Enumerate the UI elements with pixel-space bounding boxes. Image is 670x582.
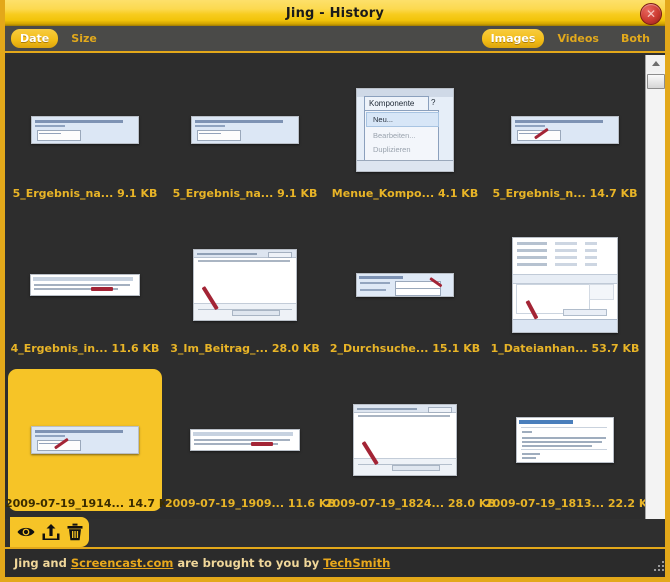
item-size: 22.2 KB: [608, 497, 650, 510]
filter-both-button[interactable]: Both: [612, 29, 659, 48]
item-label-9: 2009-07-19_1909... 11.6 KB: [165, 497, 325, 510]
thumbnail: [328, 214, 482, 356]
item-name: 1_Dateianhan...: [491, 342, 588, 355]
chevron-up-icon: [652, 61, 660, 66]
item-size: 9.1 KB: [277, 187, 317, 200]
thumb-menu-question: ?: [431, 98, 435, 107]
item-label-5: 3_Im_Beitrag_... 28.0 KB: [165, 342, 325, 355]
item-label-4: 4_Ergebnis_in... 11.6 KB: [5, 342, 165, 355]
item-label-10: 2009-07-19_1824... 28.0 KB: [325, 497, 485, 510]
trash-icon[interactable]: [66, 523, 84, 541]
vertical-scrollbar[interactable]: [645, 55, 665, 519]
item-name: 4_Ergebnis_in...: [11, 342, 108, 355]
item-size: 15.1 KB: [432, 342, 480, 355]
filter-videos-button[interactable]: Videos: [548, 29, 608, 48]
item-name: 5_Ergebnis_na...: [13, 187, 114, 200]
item-size: 14.7 KB: [590, 187, 638, 200]
techsmith-link[interactable]: TechSmith: [323, 556, 390, 570]
thumbnail-grid: 5_Ergebnis_na... 9.1 KB 5_Ergebnis_na...…: [5, 55, 650, 519]
screencast-link[interactable]: Screencast.com: [71, 556, 174, 570]
thumbnail: [168, 214, 322, 356]
item-size: 11.6 KB: [112, 342, 160, 355]
filter-group: Images Videos Both: [482, 29, 659, 48]
thumbnail: [488, 214, 642, 356]
footer-credit: Jing and Screencast.com are brought to y…: [14, 556, 390, 570]
thumbnail: [328, 369, 482, 511]
thumb-menu-tab: Komponente: [369, 99, 414, 108]
item-name: 2_Durchsuche...: [330, 342, 429, 355]
thumb-menu-item-1: Neu...: [373, 115, 393, 124]
thumbnail: [168, 59, 322, 201]
item-label-6: 2_Durchsuche... 15.1 KB: [325, 342, 485, 355]
footer-part1: Jing and: [14, 556, 71, 570]
thumbnail: Komponente ? Neu... Bearbeiten... Dupliz…: [328, 59, 482, 201]
history-item[interactable]: 3_Im_Beitrag_... 28.0 KB: [165, 210, 325, 365]
sort-group: Date Size: [11, 29, 106, 48]
history-item[interactable]: 2009-07-19_1909... 11.6 KB: [165, 365, 325, 519]
item-size: 53.7 KB: [592, 342, 640, 355]
item-label-7: 1_Dateianhan... 53.7 KB: [485, 342, 645, 355]
eye-icon[interactable]: [16, 524, 36, 540]
resize-grip[interactable]: [654, 561, 666, 573]
scrollbar-thumb[interactable]: [647, 74, 665, 89]
history-content-area: 5_Ergebnis_na... 9.1 KB 5_Ergebnis_na...…: [5, 55, 650, 519]
sort-by-date-button[interactable]: Date: [11, 29, 58, 48]
item-action-bar: [10, 517, 89, 547]
footer-bar: Jing and Screencast.com are brought to y…: [0, 547, 670, 577]
scroll-up-button[interactable]: [646, 55, 665, 72]
history-item[interactable]: 2009-07-19_1824... 28.0 KB: [325, 365, 485, 519]
thumb-menu-item-2: Bearbeiten...: [373, 131, 416, 140]
history-item[interactable]: 5_Ergebnis_na... 9.1 KB: [5, 55, 165, 210]
history-item[interactable]: 5_Ergebnis_na... 9.1 KB: [165, 55, 325, 210]
item-name: 3_Im_Beitrag_...: [170, 342, 268, 355]
item-size: 28.0 KB: [272, 342, 320, 355]
item-name: 5_Ergebnis_na...: [173, 187, 274, 200]
history-item[interactable]: 1_Dateianhan... 53.7 KB: [485, 210, 645, 365]
thumbnail: [8, 214, 162, 356]
item-name: 5_Ergebnis_n...: [492, 187, 585, 200]
share-icon[interactable]: [41, 523, 61, 541]
jing-history-window: Jing - History ✕ Date Size Images Videos…: [0, 0, 670, 582]
item-name: 2009-07-19_1914...: [5, 497, 124, 510]
item-name: 2009-07-19_1824...: [325, 497, 444, 510]
item-label-3: 5_Ergebnis_n... 14.7 KB: [485, 187, 645, 200]
item-size: 9.1 KB: [117, 187, 157, 200]
item-label-11: 2009-07-19_1813... 22.2 KB: [485, 497, 645, 510]
sort-by-size-button[interactable]: Size: [62, 29, 106, 48]
toolbar: Date Size Images Videos Both: [0, 26, 670, 53]
thumbnail: [488, 59, 642, 201]
item-size: 4.1 KB: [438, 187, 478, 200]
title-bar: Jing - History ✕: [0, 0, 670, 27]
close-icon: ✕: [646, 8, 656, 20]
thumb-menu-item-3: Duplizieren: [373, 145, 411, 154]
thumbnail: [488, 369, 642, 511]
item-name: 2009-07-19_1813...: [485, 497, 604, 510]
close-button[interactable]: ✕: [640, 3, 662, 25]
history-item-selected[interactable]: 2009-07-19_1914... 14.7 KB: [5, 365, 165, 519]
page-title: Jing - History: [286, 6, 384, 21]
history-item[interactable]: 4_Ergebnis_in... 11.6 KB: [5, 210, 165, 365]
footer-part2: are brought to you by: [173, 556, 323, 570]
history-item[interactable]: 2009-07-19_1813... 22.2 KB: [485, 365, 645, 519]
thumbnail: [168, 369, 322, 511]
history-item[interactable]: 5_Ergebnis_n... 14.7 KB: [485, 55, 645, 210]
filter-images-button[interactable]: Images: [482, 29, 545, 48]
thumbnail: [8, 59, 162, 201]
history-item[interactable]: 2_Durchsuche... 15.1 KB: [325, 210, 485, 365]
thumbnail: [8, 369, 162, 511]
item-name: Menue_Kompo...: [332, 187, 434, 200]
history-item[interactable]: Komponente ? Neu... Bearbeiten... Dupliz…: [325, 55, 485, 210]
item-label-2: Menue_Kompo... 4.1 KB: [325, 187, 485, 200]
item-name: 2009-07-19_1909...: [165, 497, 284, 510]
item-label-0: 5_Ergebnis_na... 9.1 KB: [5, 187, 165, 200]
item-label-1: 5_Ergebnis_na... 9.1 KB: [165, 187, 325, 200]
item-label-8: 2009-07-19_1914... 14.7 KB: [5, 497, 165, 510]
